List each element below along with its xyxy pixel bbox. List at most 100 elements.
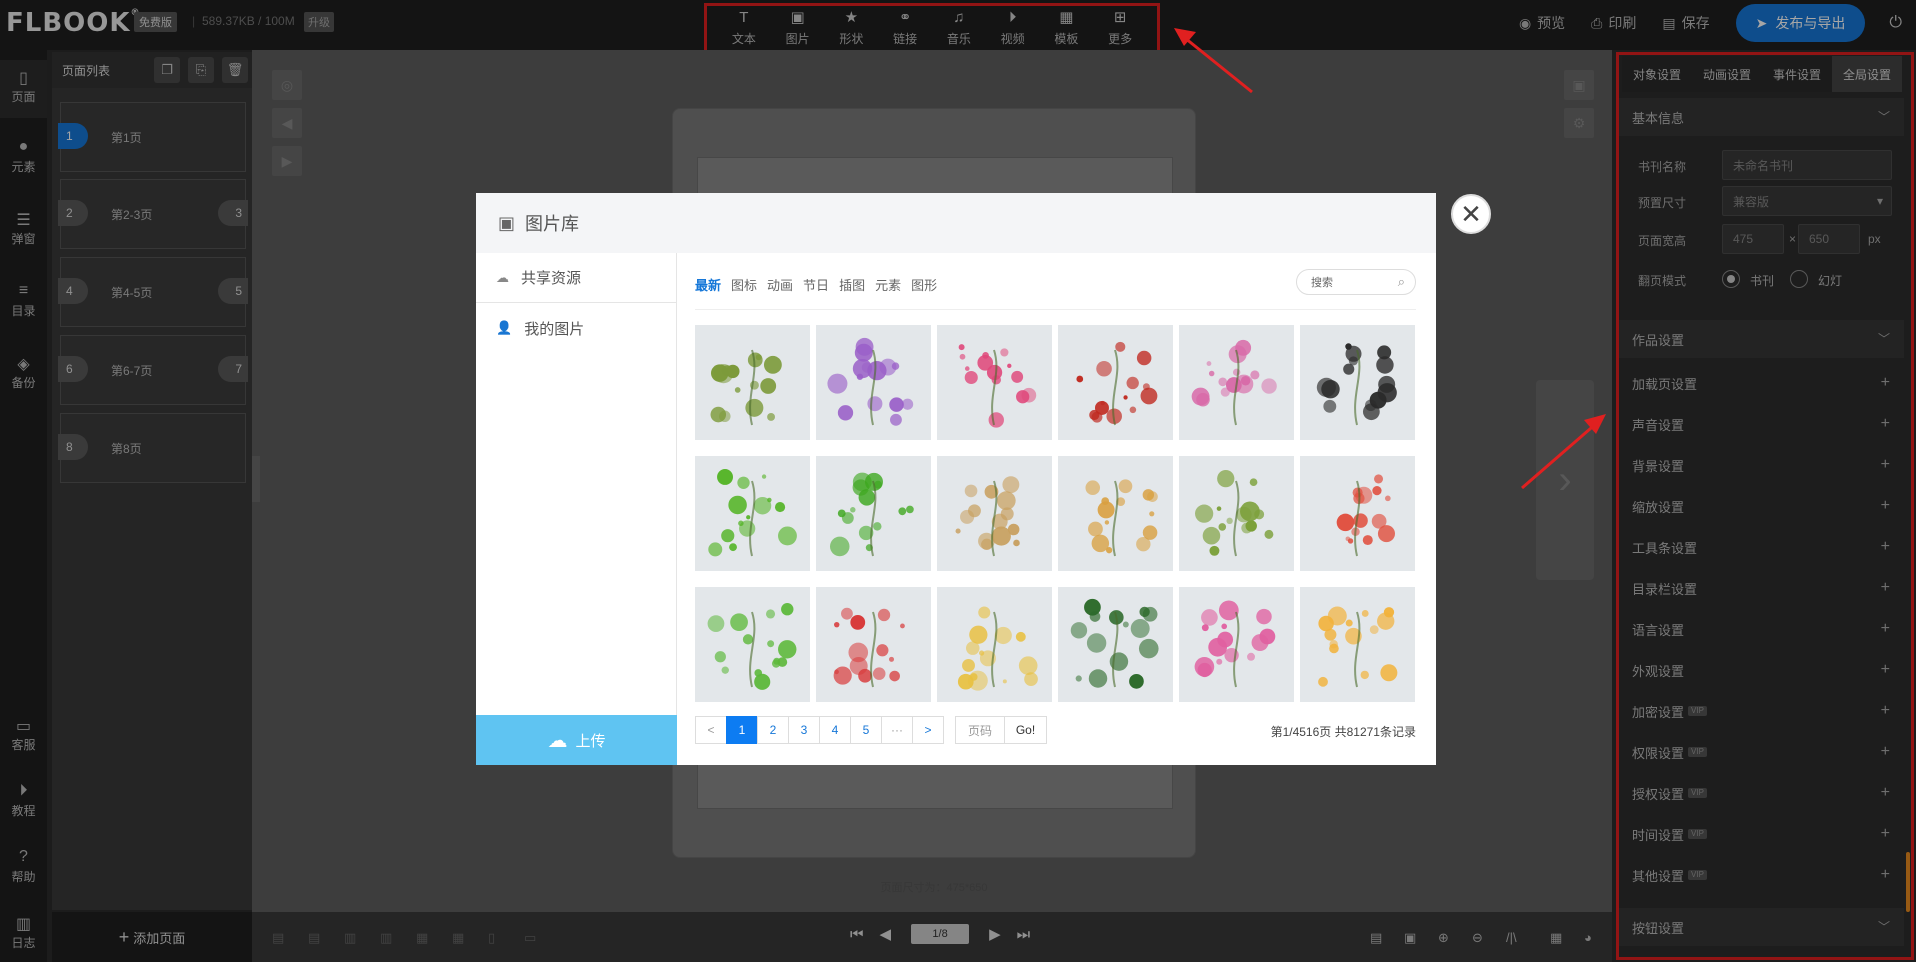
thumb-blob bbox=[1000, 507, 1014, 521]
page-button-5[interactable]: 5 bbox=[850, 716, 882, 744]
thumb-blob bbox=[721, 529, 735, 543]
image-thumb-scattered-petals[interactable] bbox=[1058, 456, 1173, 571]
thumb-blob bbox=[964, 366, 970, 371]
thumb-blob bbox=[852, 472, 872, 492]
thumb-blob bbox=[1206, 361, 1212, 366]
thumb-blob bbox=[837, 405, 854, 421]
thumb-blob bbox=[1195, 504, 1214, 523]
thumb-blob bbox=[730, 613, 748, 632]
thumb-blob bbox=[1380, 664, 1398, 682]
search-icon: ⌕ bbox=[1397, 274, 1405, 289]
thumb-blob bbox=[872, 667, 886, 680]
white-plum-branch-graphic bbox=[1316, 343, 1397, 426]
page-ellipsis: ··· bbox=[881, 716, 913, 744]
thumb-blob bbox=[1216, 506, 1222, 511]
thumb-stem bbox=[1354, 611, 1361, 688]
next-page-button[interactable]: > bbox=[912, 716, 944, 744]
thumb-stem bbox=[870, 349, 877, 426]
thumb-blob bbox=[1096, 360, 1112, 377]
thumb-blob bbox=[1374, 474, 1384, 484]
thumb-blob bbox=[1377, 612, 1395, 630]
goto-page-button[interactable]: Go! bbox=[1005, 716, 1047, 744]
thumb-blob bbox=[1369, 625, 1379, 635]
image-thumb-willow[interactable] bbox=[1179, 456, 1294, 571]
tab-icons[interactable]: 图标 bbox=[731, 275, 757, 294]
thumb-blob bbox=[955, 528, 961, 534]
tab-holiday[interactable]: 节日 bbox=[803, 275, 829, 294]
thumb-blob bbox=[1130, 619, 1150, 639]
image-thumb-pink-blossom-tree[interactable] bbox=[937, 325, 1052, 440]
image-thumb-red-plum-branch[interactable] bbox=[1058, 325, 1173, 440]
image-thumb-wisteria[interactable] bbox=[816, 325, 931, 440]
thumb-blob bbox=[1088, 669, 1108, 688]
thumb-blob bbox=[876, 644, 889, 657]
image-thumb-gold-sparkles[interactable] bbox=[937, 456, 1052, 571]
thumb-blob bbox=[964, 484, 978, 498]
thumb-blob bbox=[738, 520, 744, 527]
page-button-2[interactable]: 2 bbox=[757, 716, 789, 744]
thumb-blob bbox=[1075, 675, 1082, 682]
close-modal-button[interactable]: ✕ bbox=[1451, 194, 1491, 234]
tab-animation[interactable]: 动画 bbox=[767, 275, 793, 294]
thumb-blob bbox=[958, 344, 965, 351]
image-thumb-leaf-sprig[interactable] bbox=[816, 456, 931, 571]
thumb-blob bbox=[1249, 478, 1258, 487]
image-thumb-wildflowers[interactable] bbox=[937, 587, 1052, 702]
thumb-blob bbox=[1202, 526, 1221, 545]
image-thumb-falling-petals[interactable] bbox=[1300, 456, 1415, 571]
goto-page-input[interactable]: 页码 bbox=[955, 716, 1005, 744]
thumb-blob bbox=[833, 666, 852, 685]
page-button-3[interactable]: 3 bbox=[788, 716, 820, 744]
thumb-blob bbox=[774, 501, 786, 513]
thumb-blob bbox=[1361, 610, 1369, 617]
red-rose-graphic bbox=[833, 607, 905, 688]
thumb-blob bbox=[1142, 489, 1155, 501]
thumb-blob bbox=[1070, 622, 1088, 639]
thumb-blob bbox=[1241, 522, 1253, 534]
thumb-blob bbox=[1100, 400, 1105, 406]
thumb-blob bbox=[967, 670, 988, 691]
thumb-blob bbox=[1140, 387, 1158, 405]
sidebar-item-shared[interactable]: ☁ 共享资源 bbox=[476, 253, 676, 303]
tab-graphics[interactable]: 图形 bbox=[911, 275, 937, 294]
thumb-blob bbox=[841, 607, 853, 620]
thumb-blob bbox=[729, 543, 737, 552]
tab-latest[interactable]: 最新 bbox=[695, 275, 721, 294]
wildflowers-graphic bbox=[957, 606, 1038, 691]
thumb-blob bbox=[1129, 406, 1137, 414]
tab-elements[interactable]: 元素 bbox=[875, 275, 901, 294]
image-thumb-flower-bed[interactable] bbox=[1179, 587, 1294, 702]
scattered-petals-graphic bbox=[1085, 479, 1158, 557]
peony-branch-graphic bbox=[1191, 339, 1277, 426]
thumb-blob bbox=[1209, 545, 1220, 556]
thumb-blob bbox=[1088, 521, 1103, 537]
image-thumb-bamboo[interactable] bbox=[695, 325, 810, 440]
page-button-4[interactable]: 4 bbox=[819, 716, 851, 744]
thumb-blob bbox=[778, 640, 797, 659]
image-thumb-clover-child[interactable] bbox=[695, 587, 810, 702]
thumb-blob bbox=[1015, 631, 1026, 642]
thumb-blob bbox=[1362, 535, 1373, 546]
prev-page-button[interactable]: < bbox=[695, 716, 727, 744]
thumb-blob bbox=[1264, 529, 1274, 539]
page-button-1[interactable]: 1 bbox=[726, 716, 758, 744]
goto-page: 页码 Go! bbox=[955, 716, 1047, 744]
yellow-flowers-graphic bbox=[1318, 606, 1398, 688]
thumb-blob bbox=[850, 507, 856, 513]
search-input[interactable]: 搜索 ⌕ bbox=[1296, 269, 1416, 295]
thumb-blob bbox=[1377, 525, 1395, 543]
image-thumb-red-rose[interactable] bbox=[816, 587, 931, 702]
image-thumb-vine-border[interactable] bbox=[695, 456, 810, 571]
sidebar-item-my-images[interactable]: 👤 我的图片 bbox=[476, 303, 676, 353]
upload-button[interactable]: ☁ 上传 bbox=[476, 715, 677, 765]
thumb-blob bbox=[898, 507, 907, 516]
image-thumb-white-plum-branch[interactable] bbox=[1300, 325, 1415, 440]
cloud-icon: ☁ bbox=[496, 269, 509, 285]
tab-illustration[interactable]: 插图 bbox=[839, 275, 865, 294]
image-thumb-yellow-flowers[interactable] bbox=[1300, 587, 1415, 702]
image-thumb-ink-grass[interactable] bbox=[1058, 587, 1173, 702]
image-thumb-peony-branch[interactable] bbox=[1179, 325, 1294, 440]
thumb-blob bbox=[969, 625, 988, 644]
thumb-blob bbox=[977, 354, 994, 371]
thumb-blob bbox=[781, 603, 794, 616]
